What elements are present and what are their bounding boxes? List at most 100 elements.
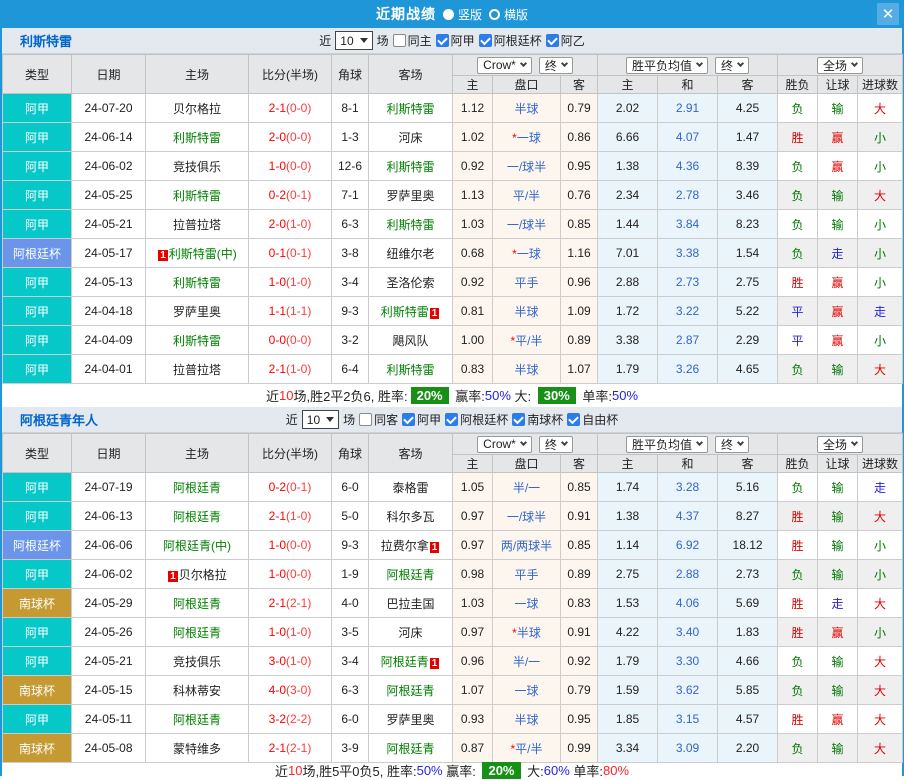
league-label: 自由杯 — [582, 413, 619, 427]
radio-horizontal-label: 横版 — [504, 7, 529, 22]
odds-away: 0.89 — [559, 559, 599, 589]
sub-odds-away: 客 — [559, 454, 599, 473]
odds-home: 0.81 — [452, 296, 493, 326]
close-button[interactable]: ✕ — [877, 3, 899, 25]
handicap-cell: 半球 — [492, 354, 561, 384]
avg-odds-select[interactable]: 胜平负均值 — [626, 56, 709, 74]
handicap-cell: 一球 — [492, 675, 561, 705]
match-type-badge: 阿甲 — [2, 296, 72, 326]
odds-time-select[interactable]: 终 — [538, 435, 573, 453]
odds-time-select[interactable]: 终 — [538, 56, 573, 74]
date-cell: 24-05-11 — [71, 704, 146, 734]
score-cell: 2-0(1-0) — [248, 209, 332, 239]
same-venue-filter[interactable]: 同客 — [359, 411, 398, 428]
league-filter[interactable]: 阿甲 — [402, 411, 441, 428]
sub-result-goals: 进球数 — [857, 454, 904, 473]
halftime-score: (0-0) — [286, 567, 312, 581]
avg-draw: 2.91 — [657, 93, 719, 123]
result-handicap: 输 — [817, 472, 859, 502]
corner-cell: 1-9 — [331, 559, 369, 589]
avg-home: 2.02 — [597, 93, 659, 123]
match-type-badge: 阿根廷杯 — [2, 238, 72, 268]
score-cell: 1-0(0-0) — [248, 559, 332, 589]
scope-select[interactable]: 全场 — [817, 435, 864, 453]
corner-cell: 4-0 — [331, 588, 369, 618]
header-date: 日期 — [71, 433, 146, 473]
result-wdl: 负 — [777, 151, 819, 181]
rate-badge: 30% — [537, 387, 576, 404]
away-team: 罗萨里奥 — [368, 180, 453, 210]
handicap-text: 一/球半 — [506, 509, 547, 524]
fulltime-score: 0-1 — [268, 246, 286, 260]
result-handicap: 输 — [817, 733, 859, 763]
radio-vertical-layout[interactable]: 竖版 — [442, 6, 482, 23]
fulltime-score: 0-0 — [268, 333, 286, 347]
team-name-text: 竞技俱乐 — [172, 654, 221, 669]
date-cell: 24-05-15 — [71, 675, 146, 705]
scope-select[interactable]: 全场 — [817, 56, 864, 74]
avg-time-select[interactable]: 终 — [715, 56, 750, 74]
avg-time-select[interactable]: 终 — [715, 435, 750, 453]
checkbox-checked-icon[interactable] — [445, 413, 459, 426]
match-row: 阿甲 24-05-13 利斯特雷 1-0(1-0) 3-4 圣洛伦索 0.92 平手 0.96 2… — [2, 267, 904, 297]
chevron-down-icon — [560, 59, 568, 68]
avg-home: 1.38 — [597, 501, 659, 531]
checkbox-checked-icon[interactable] — [512, 413, 526, 426]
result-wdl: 胜 — [777, 267, 819, 297]
checkbox-checked-icon[interactable] — [402, 413, 416, 426]
rounds-select[interactable]: 10 — [335, 31, 373, 50]
team-name-text: 利斯特雷 — [386, 159, 435, 174]
handicap-text: 半球 — [516, 625, 541, 640]
result-goals: 小 — [857, 559, 904, 589]
same-venue-filter[interactable]: 同主 — [392, 32, 432, 49]
red-card-badge: 1 — [429, 307, 440, 319]
fulltime-score: 1-0 — [268, 625, 286, 639]
odds-away: 0.76 — [559, 180, 599, 210]
avg-away: 5.69 — [717, 588, 779, 618]
radio-selected-icon[interactable] — [442, 8, 454, 20]
league-filter[interactable]: 阿甲 — [435, 32, 475, 49]
header-type: 类型 — [2, 54, 72, 94]
odds-home: 1.13 — [452, 180, 493, 210]
corner-cell: 3-9 — [331, 733, 369, 763]
avg-away: 5.85 — [717, 675, 779, 705]
chevron-down-icon — [695, 438, 704, 447]
odds-company-select[interactable]: Crow* — [477, 435, 532, 453]
rounds-select[interactable]: 10 — [301, 410, 340, 429]
checkbox-checked-icon[interactable] — [435, 34, 449, 47]
league-filter[interactable]: 自由杯 — [567, 411, 618, 428]
odds-away: 0.85 — [559, 530, 599, 560]
radio-unselected-icon[interactable] — [489, 8, 500, 20]
handicap-cell: *平/半 — [492, 325, 561, 355]
chevron-down-icon — [519, 438, 527, 447]
avg-away: 8.27 — [717, 501, 779, 531]
away-team: 利斯特雷 — [368, 93, 453, 123]
rounds-suffix-label: 场 — [376, 34, 389, 48]
league-filter[interactable]: 阿根廷杯 — [478, 32, 542, 49]
team-name-text: 泰格雷 — [392, 480, 429, 495]
score-cell: 1-0(1-0) — [248, 617, 332, 647]
checkbox-checked-icon[interactable] — [545, 34, 559, 47]
radio-horizontal-layout[interactable]: 横版 — [489, 6, 528, 23]
result-wdl: 负 — [777, 559, 819, 589]
sub-result-handicap: 让球 — [817, 75, 859, 94]
sub-result-goals: 进球数 — [857, 75, 904, 94]
chevron-down-icon — [737, 59, 745, 68]
checkbox-unchecked-icon[interactable] — [392, 34, 406, 47]
avg-odds-select[interactable]: 胜平负均值 — [626, 435, 709, 453]
away-team: 阿根廷青 1 — [368, 646, 453, 676]
fulltime-score: 2-1 — [268, 362, 286, 376]
result-wdl: 负 — [777, 93, 819, 123]
result-handicap: 赢 — [817, 151, 859, 181]
match-row: 阿甲 24-05-21 拉普拉塔 2-0(1-0) 6-3 利斯特雷 1.03 一/球半 0.8… — [2, 209, 904, 239]
checkbox-unchecked-icon[interactable] — [359, 413, 373, 426]
league-filter[interactable]: 南球杯 — [512, 411, 563, 428]
checkbox-checked-icon[interactable] — [478, 34, 492, 47]
corner-cell: 3-4 — [331, 646, 369, 676]
league-filter[interactable]: 阿根廷杯 — [445, 411, 508, 428]
chevron-down-icon — [737, 438, 745, 447]
checkbox-checked-icon[interactable] — [567, 413, 581, 426]
odds-company-select[interactable]: Crow* — [477, 56, 532, 74]
league-filter[interactable]: 阿乙 — [545, 32, 585, 49]
handicap-cell: 一球 — [492, 588, 561, 618]
